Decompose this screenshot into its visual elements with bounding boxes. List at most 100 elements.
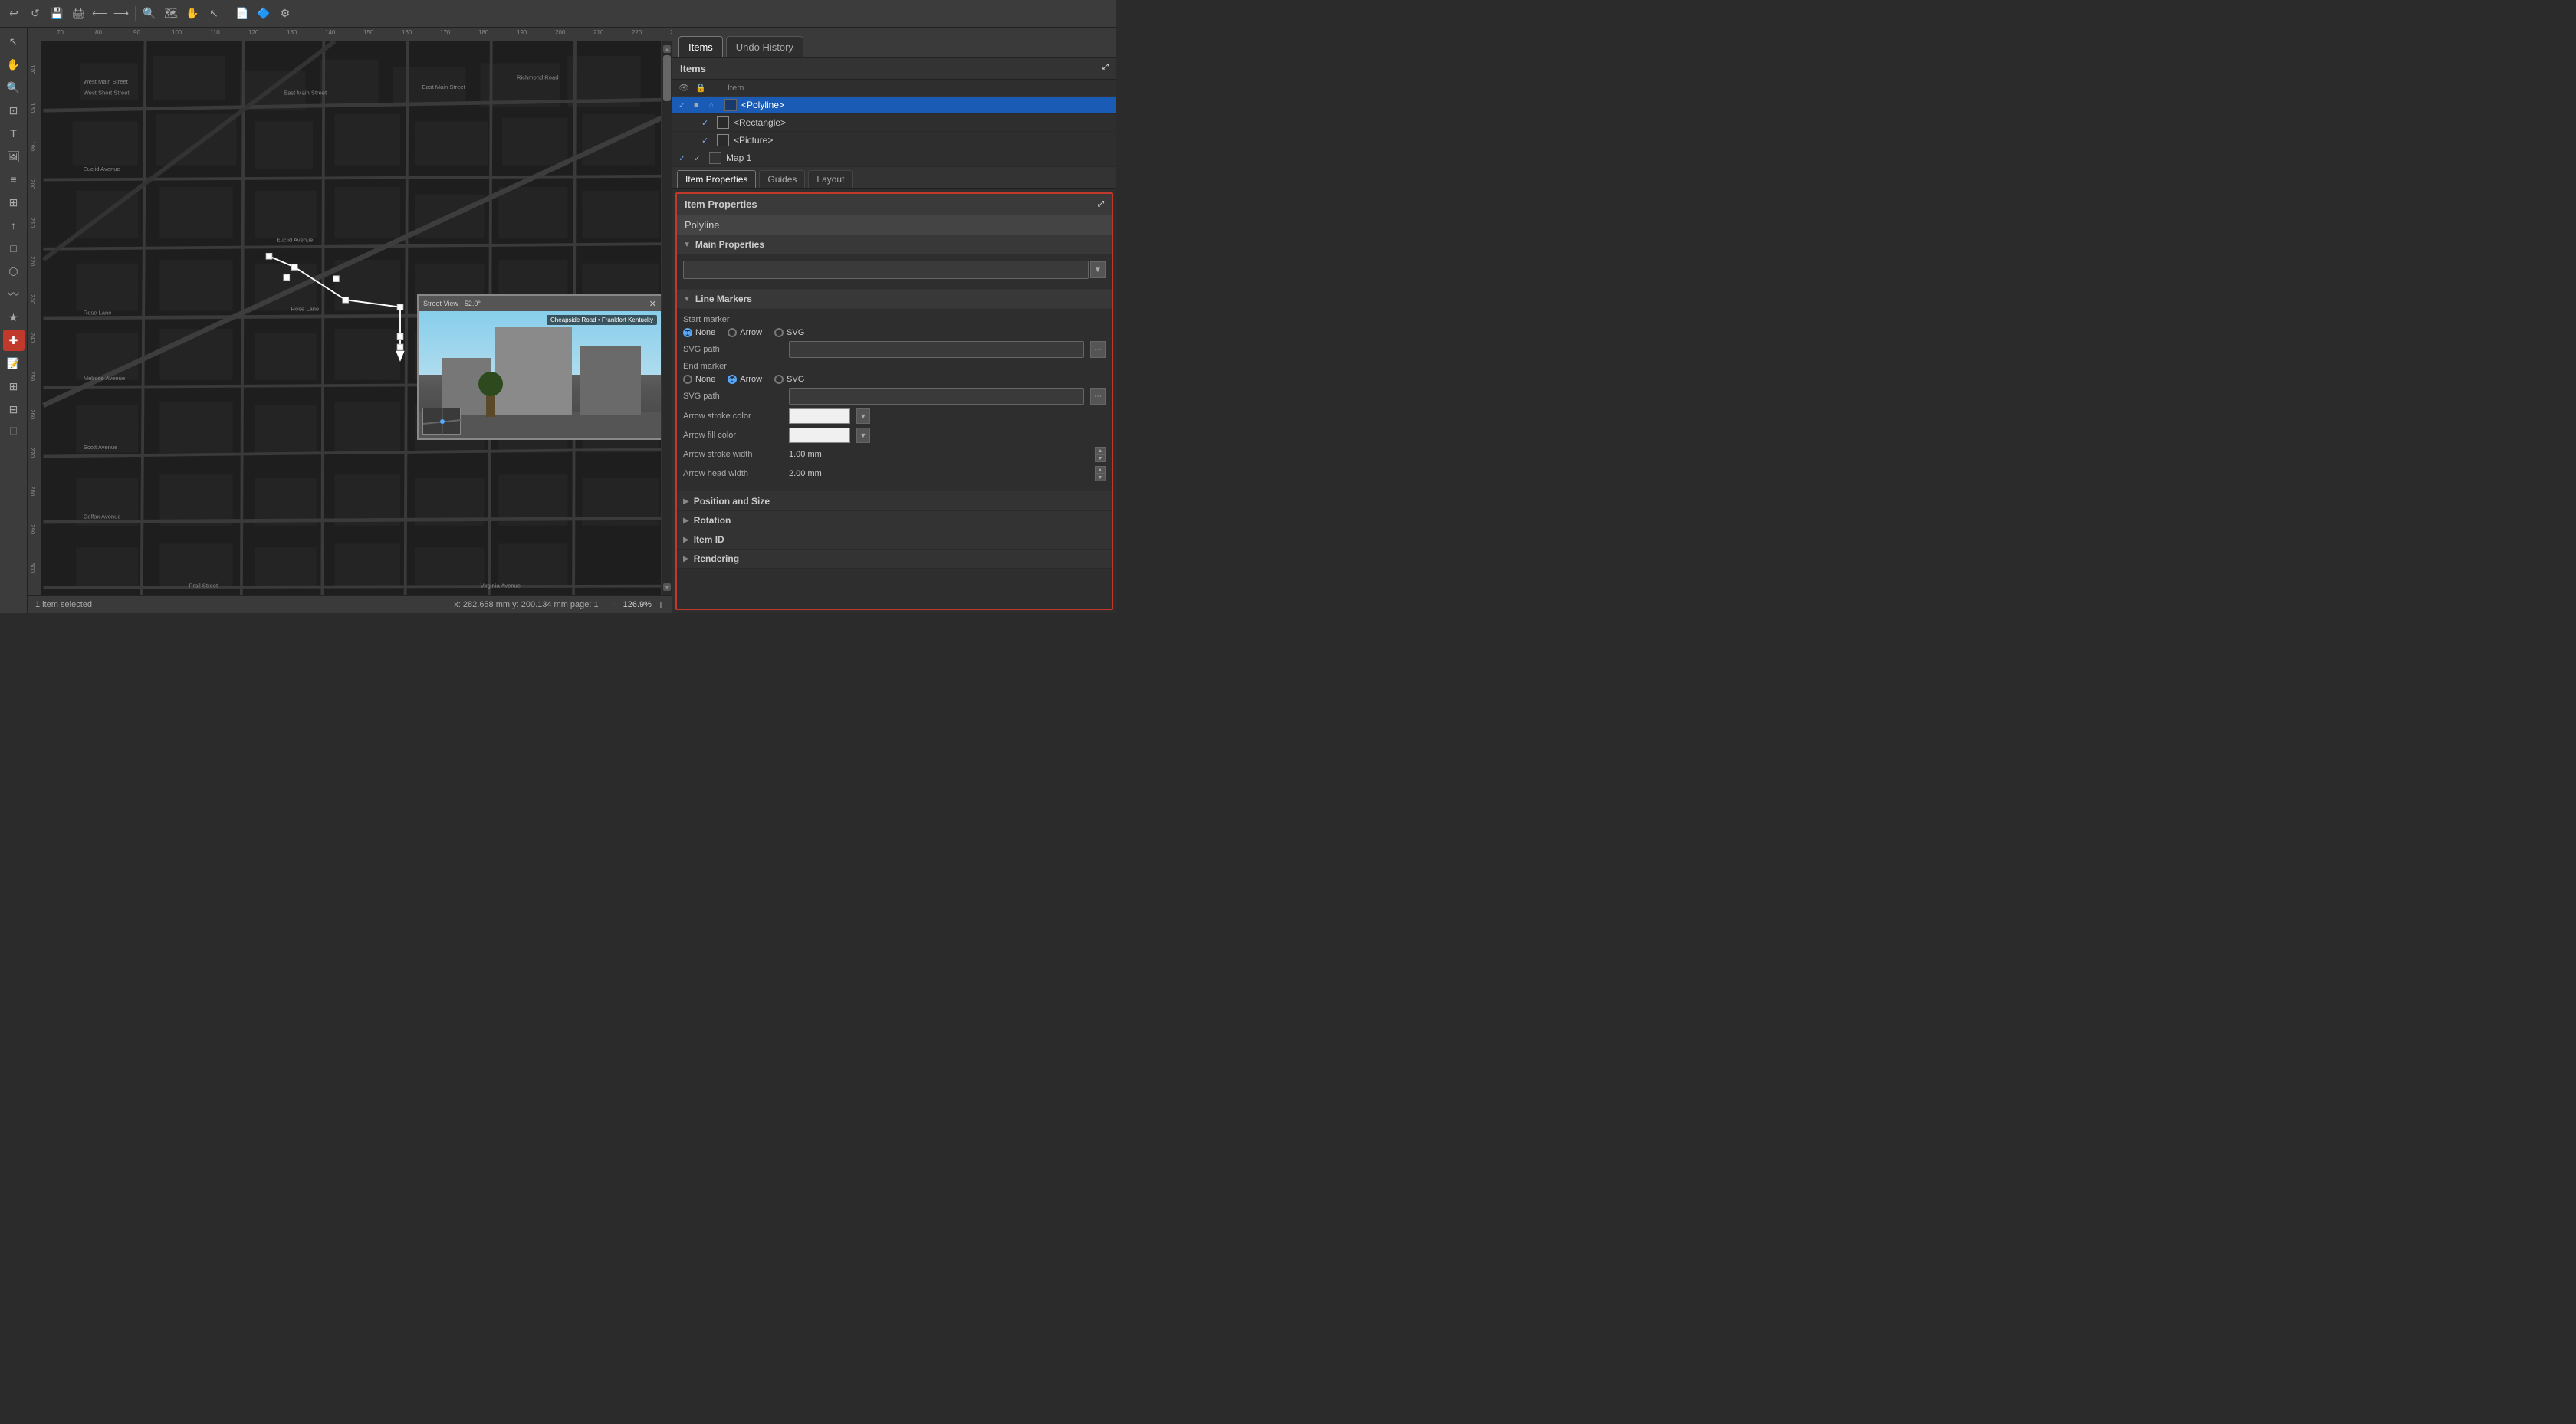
item-vis-map1: ✓ (694, 153, 705, 163)
end-svg-radio[interactable]: SVG (774, 375, 804, 384)
tool-shape[interactable]: □ (3, 238, 25, 259)
toolbar-undo-btn[interactable]: ⟵ (90, 5, 109, 23)
section-main-properties[interactable]: ▼ Main Properties (677, 235, 1112, 254)
ruler-tick-label: 280 (670, 29, 672, 36)
tool-polyline[interactable]: 〰 (3, 284, 25, 305)
sub-tab-layout[interactable]: Layout (808, 170, 853, 188)
item-type-label: Polyline (677, 215, 1112, 235)
main-props-dropdown[interactable] (683, 261, 1089, 279)
tool-label[interactable]: T (3, 123, 25, 144)
start-marker-radio-row: None Arrow SVG (683, 328, 1106, 337)
scrollbar-down-btn[interactable]: ▼ (663, 583, 671, 591)
tool-3d[interactable]: 🗆 (3, 422, 25, 443)
zoom-out-btn[interactable]: − (611, 599, 617, 611)
tool-polygon[interactable]: ⬡ (3, 261, 25, 282)
tool-pan[interactable]: ✋ (3, 54, 25, 75)
scrollbar-thumb[interactable] (663, 55, 671, 101)
scrollbar-up-btn[interactable]: ▲ (663, 45, 671, 53)
street-view-close-btn[interactable]: ✕ (649, 299, 656, 309)
tab-items[interactable]: Items (678, 36, 723, 57)
sub-tab-guides[interactable]: Guides (759, 170, 805, 188)
toolbar-shape-btn[interactable]: 🔷 (255, 5, 273, 23)
item-row-rectangle[interactable]: ✓ <Rectangle> (672, 114, 1116, 132)
street-view-title: Street View · 52.0° (423, 300, 649, 307)
items-panel-expand-btn[interactable]: ⤢ (1102, 63, 1109, 71)
map-canvas[interactable]: West Short Street West Main Street East … (41, 41, 672, 595)
tool-image[interactable]: 🖼 (3, 146, 25, 167)
tool-html[interactable]: 📝 (3, 353, 25, 374)
item-row-polyline[interactable]: ✓ ■ ⌂ <Polyline> (672, 97, 1116, 114)
arrow-fill-color-swatch[interactable] (789, 428, 850, 443)
toolbar-settings-btn[interactable]: ⚙ (276, 5, 294, 23)
position-title: Position and Size (694, 496, 770, 507)
toolbar-save-btn[interactable]: 💾 (48, 5, 66, 23)
map-scrollbar-v[interactable]: ▲ ▼ (661, 41, 672, 595)
section-item-id[interactable]: ▶ Item ID (677, 530, 1112, 550)
start-arrow-dot (728, 328, 737, 337)
tool-add-map[interactable]: ✚ (3, 330, 25, 351)
tool-select-content[interactable]: ⊡ (3, 100, 25, 121)
item-name-picture: <Picture> (734, 135, 1110, 146)
tool-table[interactable]: ⊞ (3, 376, 25, 397)
arrow-stroke-color-swatch[interactable] (789, 408, 850, 424)
ruler-tick-label: 80 (95, 29, 102, 36)
section-line-markers[interactable]: ▼ Line Markers (677, 290, 1112, 309)
arrow-fill-color-dropdown[interactable]: ▼ (856, 428, 870, 443)
svg-text:East Main Street: East Main Street (284, 89, 327, 96)
start-svg-path-input[interactable] (789, 341, 1084, 358)
arrow-stroke-width-up[interactable]: ▲ (1095, 447, 1106, 454)
end-none-radio[interactable]: None (683, 375, 715, 384)
toolbar-back-btn[interactable]: ↩ (5, 5, 23, 23)
status-zoom: − 126.9% + (611, 599, 664, 611)
arrow-head-width-down[interactable]: ▼ (1095, 474, 1106, 481)
arrow-stroke-width-down[interactable]: ▼ (1095, 454, 1106, 462)
status-coords: x: 282.658 mm y: 200.134 mm page: 1 (454, 600, 598, 609)
arrow-head-width-row: Arrow head width 2.00 mm ▲ ▼ (683, 466, 1106, 481)
zoom-in-btn[interactable]: + (658, 599, 664, 611)
toolbar: ↩ ↺ 💾 🖨 ⟵ ⟶ 🔍 🗺 ✋ ↖ 📄 🔷 ⚙ (0, 0, 1116, 28)
start-svg-label: SVG (787, 328, 804, 337)
toolbar-pan-btn[interactable]: ✋ (183, 5, 202, 23)
toolbar-select-btn[interactable]: ↖ (205, 5, 223, 23)
section-rendering[interactable]: ▶ Rendering (677, 550, 1112, 569)
toolbar-redo-btn[interactable]: ⟶ (112, 5, 130, 23)
toolbar-print-btn[interactable]: 🖨 (69, 5, 87, 23)
toolbar-zoom-btn[interactable]: 🔍 (140, 5, 159, 23)
item-props-expand-btn[interactable]: ⤢ (1098, 200, 1104, 208)
end-marker-radio-row: None Arrow SVG (683, 375, 1106, 384)
item-row-picture[interactable]: ✓ <Picture> (672, 132, 1116, 149)
start-none-radio[interactable]: None (683, 328, 715, 337)
map-content[interactable]: 170 180 190 200 210 220 230 240 250 260 … (28, 41, 672, 595)
tab-undo-history[interactable]: Undo History (726, 36, 803, 57)
header-eye-icon: 👁 (678, 83, 689, 93)
tool-arrow[interactable]: ↖ (3, 31, 25, 52)
end-arrow-radio[interactable]: Arrow (728, 375, 762, 384)
start-svg-radio[interactable]: SVG (774, 328, 804, 337)
end-svg-path-input[interactable] (789, 388, 1084, 405)
arrow-stroke-color-dropdown[interactable]: ▼ (856, 408, 870, 424)
tool-north-arrow[interactable]: ↑ (3, 215, 25, 236)
ruler-tick-label: 160 (402, 29, 412, 36)
end-svg-browse-btn[interactable]: ⋯ (1090, 388, 1106, 405)
street-view-panel[interactable]: Street View · 52.0° ✕ (417, 294, 662, 440)
tool-scalebar[interactable]: ⊞ (3, 192, 25, 213)
tool-zoom[interactable]: 🔍 (3, 77, 25, 98)
end-marker-radio-group: None Arrow SVG (683, 375, 1106, 384)
map-area: 70 80 90 100 110 120 130 140 150 160 170… (28, 28, 672, 613)
toolbar-item-btn[interactable]: 📄 (233, 5, 251, 23)
tool-legend[interactable]: ≡ (3, 169, 25, 190)
building-tall (495, 327, 572, 415)
tool-grid[interactable]: ⊟ (3, 399, 25, 420)
item-row-map1[interactable]: ✓ ✓ Map 1 (672, 149, 1116, 167)
start-svg-browse-btn[interactable]: ⋯ (1090, 341, 1106, 358)
toolbar-map-btn[interactable]: 🗺 (162, 5, 180, 23)
section-position-size[interactable]: ▶ Position and Size (677, 492, 1112, 511)
start-arrow-radio[interactable]: Arrow (728, 328, 762, 337)
item-color-polyline (724, 99, 737, 111)
arrow-head-width-up[interactable]: ▲ (1095, 466, 1106, 474)
sub-tab-item-properties[interactable]: Item Properties (677, 170, 756, 188)
main-props-dropdown-arrow[interactable]: ▼ (1090, 261, 1106, 278)
section-rotation[interactable]: ▶ Rotation (677, 511, 1112, 530)
tool-marker[interactable]: ★ (3, 307, 25, 328)
toolbar-refresh-btn[interactable]: ↺ (26, 5, 44, 23)
